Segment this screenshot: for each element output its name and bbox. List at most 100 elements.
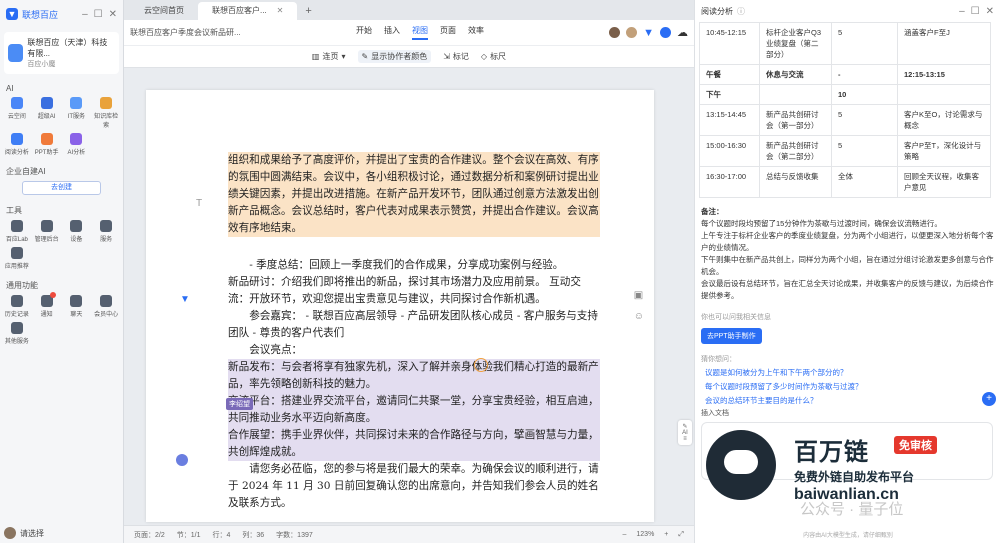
schedule-cell-note: 客户P至T，深化设计与策略 bbox=[897, 135, 991, 167]
collaborator-avatar[interactable] bbox=[626, 27, 638, 38]
cloud-icon bbox=[10, 97, 23, 109]
schedule-row: 10:45-12:15 标杆企业客户Q3业绩复盘（第二部分） 5 涵盖客户F至J bbox=[699, 22, 991, 65]
emoji-icon[interactable]: ☺ bbox=[634, 311, 644, 322]
ai-tool-it-service[interactable]: IT服务 bbox=[62, 97, 92, 129]
close-tab-icon[interactable]: ✕ bbox=[277, 6, 284, 15]
close-icon[interactable]: ✕ bbox=[986, 6, 994, 17]
status-words: 字数：1397 bbox=[276, 531, 313, 539]
create-ai-button[interactable]: 去创建 bbox=[22, 181, 101, 195]
common-other[interactable]: 其他服务 bbox=[2, 322, 32, 345]
collaborator-avatar[interactable] bbox=[609, 27, 621, 38]
common-notify[interactable]: 通知 bbox=[32, 292, 62, 318]
knowledge-icon bbox=[100, 97, 113, 109]
lab-icon bbox=[10, 220, 23, 232]
document-page[interactable]: T ▼ 组织和成果给予了高度评价，并提出了宝贵的合作建议。整个会议在高效、有序的… bbox=[146, 90, 654, 522]
user-profile[interactable]: 请选择 bbox=[4, 527, 44, 539]
schedule-row: 16:30-17:00 总结与反馈收集 全体 回顾全天议程，收集客户意见 bbox=[699, 166, 991, 198]
document-title: 联想百应客户季度会议新品研... bbox=[130, 28, 241, 37]
markup-icon: ⇲ bbox=[443, 52, 450, 61]
menu-start[interactable]: 开始 bbox=[356, 25, 372, 40]
ai-tool-knowledge[interactable]: 知识库检索 bbox=[91, 97, 121, 129]
zoom-in-icon[interactable]: + bbox=[664, 531, 668, 539]
schedule-table: 10:45-12:15 标杆企业客户Q3业绩复盘（第二部分） 5 涵盖客户F至J 午餐休… bbox=[699, 22, 991, 198]
admin-icon bbox=[40, 220, 53, 232]
maximize-icon[interactable]: ☐ bbox=[94, 9, 103, 20]
zoom-out-icon[interactable]: – bbox=[622, 531, 626, 539]
common-chat[interactable]: 聊天 bbox=[62, 295, 92, 318]
bell-icon bbox=[40, 292, 56, 307]
add-tab-icon[interactable]: + bbox=[297, 2, 319, 20]
watermark-logo: 百万链 免审核 免费外链自助发布平台 baiwanlian.cn 公众号 · 量… bbox=[700, 420, 970, 525]
zoom-controls: – 123% + ⤢ bbox=[622, 531, 684, 539]
schedule-cell-note: 涵盖客户F至J bbox=[897, 22, 991, 65]
insert-document-label[interactable]: 插入文档 bbox=[701, 408, 729, 418]
more-icon bbox=[10, 322, 23, 334]
paragraph: - 季度总结：回顾上一季度我们的合作成果，分享成功案例与经验。 bbox=[249, 259, 564, 271]
hint-text: 你也可以问我相关信息 bbox=[701, 314, 771, 321]
chat-icon bbox=[70, 295, 83, 307]
schedule-cell-time: 15:00-16:30 bbox=[699, 135, 760, 167]
document-body[interactable]: 组织和成果给予了高度评价，并提出了宝贵的合作建议。整个会议在高效、有序的氛围中圆… bbox=[228, 152, 600, 512]
minimize-icon[interactable]: – bbox=[959, 6, 965, 17]
menu-efficiency[interactable]: 效率 bbox=[468, 25, 484, 40]
common-history[interactable]: 历史记录 bbox=[2, 295, 32, 318]
show-collab-color-toggle[interactable]: ✎ 显示协作者颜色 bbox=[357, 50, 432, 63]
tool-lab[interactable]: 百应Lab bbox=[2, 220, 32, 243]
common-member[interactable]: 会员中心 bbox=[91, 295, 121, 318]
apps-icon bbox=[10, 247, 23, 259]
panel-title: 阅读分析 bbox=[701, 6, 733, 16]
menu-view[interactable]: 视图 bbox=[412, 25, 428, 40]
floating-ai-toolbar[interactable]: ✎ AI ≡ bbox=[678, 420, 692, 445]
schedule-cell-n: 5 bbox=[831, 104, 898, 136]
company-switcher[interactable]: 联想百应（天津）科技有限... 百应小魔 bbox=[4, 32, 119, 74]
ruler-toggle[interactable]: ◇ 标尺 bbox=[481, 51, 506, 62]
ai-tool-cloud[interactable]: 云空间 bbox=[2, 97, 32, 129]
info-icon[interactable]: ⓘ bbox=[737, 6, 745, 17]
share-icon[interactable] bbox=[660, 27, 671, 38]
schedule-cell-topic: 标杆企业客户Q3业绩复盘（第二部分） bbox=[759, 22, 832, 65]
zoom-level[interactable]: 123% bbox=[636, 531, 654, 539]
ppt-assistant-button[interactable]: 去PPT助手制作 bbox=[701, 328, 762, 344]
tool-device[interactable]: 设备 bbox=[62, 220, 92, 243]
tab-cloud-home[interactable]: 云空间首页 bbox=[130, 2, 198, 20]
comment-icon[interactable]: ▣ bbox=[634, 290, 644, 301]
schedule-cell-note bbox=[897, 84, 991, 105]
common-grid: 历史记录 通知 聊天 会员中心 其他服务 bbox=[0, 292, 123, 345]
ai-tool-reading[interactable]: 阅读分析 bbox=[2, 133, 32, 156]
tool-admin[interactable]: 管理后台 bbox=[32, 220, 62, 243]
fit-icon[interactable]: ⤢ bbox=[678, 531, 684, 539]
ai-tool-super-ai[interactable]: 超级AI bbox=[32, 97, 62, 129]
ai-icon bbox=[40, 97, 53, 109]
continuous-page-toggle[interactable]: ▥ 连页 ▾ bbox=[312, 51, 346, 62]
cloud-icon[interactable]: ☁ bbox=[677, 26, 688, 39]
markup-toggle[interactable]: ⇲ 标记 bbox=[443, 51, 469, 62]
add-icon[interactable]: + bbox=[982, 392, 996, 406]
settings-icon bbox=[100, 220, 113, 232]
minimize-icon[interactable]: – bbox=[82, 9, 88, 20]
ai-tool-analysis[interactable]: AI分析 bbox=[62, 133, 92, 156]
device-icon bbox=[70, 220, 83, 232]
menu-insert[interactable]: 插入 bbox=[384, 25, 400, 40]
maximize-icon[interactable]: ☐ bbox=[971, 6, 980, 17]
paragraph: 新品发布：与会者将享有独家先机，深入了解并亲身体验我们精心打造的最新产品，率先领… bbox=[228, 359, 600, 393]
close-icon[interactable]: ✕ bbox=[109, 9, 117, 20]
status-section: 节：1/1 bbox=[176, 531, 201, 539]
tab-bar: 云空间首页 联想百应客户... ✕ + bbox=[124, 0, 694, 20]
lenovo-logo-icon: ▼ bbox=[643, 26, 654, 39]
ruler-icon: ◇ bbox=[480, 52, 488, 61]
suggested-question[interactable]: 每个议题时段预留了多少时间作为茶歇与过渡？ bbox=[705, 381, 994, 392]
tool-service[interactable]: 服务 bbox=[91, 220, 121, 243]
page-icon: ▥ bbox=[311, 52, 320, 61]
schedule-cell-topic: 新产品共创研讨会（第一部分） bbox=[759, 104, 832, 136]
schedule-cell-note: 客户K至O，讨论需求与概念 bbox=[897, 104, 991, 136]
ai-assist-icon[interactable]: ▼ bbox=[180, 294, 190, 305]
menu-page[interactable]: 页面 bbox=[440, 25, 456, 40]
suggested-question[interactable]: 会议的总结环节主要目的是什么？ bbox=[705, 395, 994, 406]
tab-document[interactable]: 联想百应客户... ✕ bbox=[198, 2, 298, 20]
edit-icon[interactable]: ✎ bbox=[678, 423, 692, 430]
suggested-question[interactable]: 议题是如何被分为上午和下午两个部分的？ bbox=[705, 367, 994, 378]
schedule-cell-n: - bbox=[831, 64, 898, 85]
menu-icon[interactable]: ≡ bbox=[678, 436, 692, 442]
ai-tool-ppt[interactable]: PPT助手 bbox=[32, 133, 62, 156]
tool-app-recommend[interactable]: 应用推荐 bbox=[2, 247, 32, 270]
